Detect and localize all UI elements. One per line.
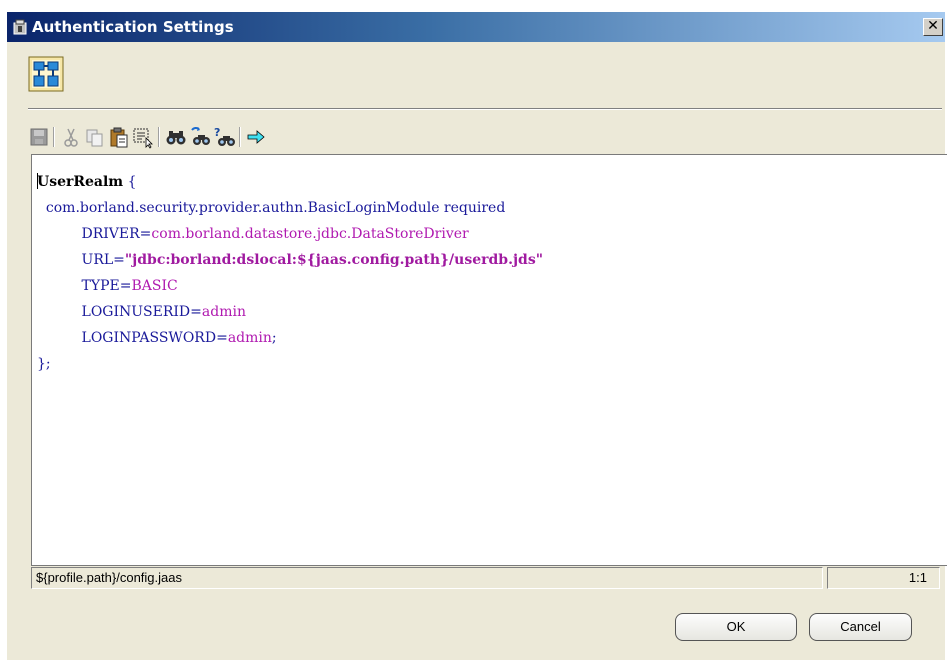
replace-icon[interactable] xyxy=(189,125,211,149)
code-text[interactable]: UserRealm { com.borland.security.provide… xyxy=(37,169,543,377)
copy-icon[interactable] xyxy=(84,125,106,149)
goto-arrow-icon[interactable] xyxy=(245,125,267,149)
code-token: DRIVER= xyxy=(81,226,152,242)
file-path-status: ${profile.path}/config.jaas xyxy=(31,567,823,589)
code-token: }; xyxy=(37,356,51,372)
code-line: com.borland.security.provider.authn.Basi… xyxy=(37,195,543,221)
code-line: DRIVER=com.borland.datastore.jdbc.DataSt… xyxy=(37,221,543,247)
code-line: UserRealm { xyxy=(37,169,543,195)
title-bar[interactable]: Authentication Settings ✕ xyxy=(7,12,945,42)
toolbar-separator xyxy=(239,127,241,147)
status-bar: ${profile.path}/config.jaas 1:1 xyxy=(31,567,947,589)
code-token: com.borland.datastore.jdbc.DataStoreDriv… xyxy=(151,226,469,242)
cancel-button[interactable]: Cancel xyxy=(809,613,912,641)
jaas-config-editor[interactable]: UserRealm { com.borland.security.provide… xyxy=(31,154,947,566)
code-token: URL= xyxy=(81,252,125,268)
header-separator xyxy=(28,108,942,110)
code-token: TYPE= xyxy=(81,278,132,294)
close-button[interactable]: ✕ xyxy=(923,18,943,36)
ok-button[interactable]: OK xyxy=(675,613,797,641)
authentication-logo-icon xyxy=(28,56,64,92)
code-token: "jdbc:borland:dslocal:${jaas.config.path… xyxy=(124,252,543,268)
toolbar-separator xyxy=(158,127,160,147)
cursor-position-status: 1:1 xyxy=(827,567,940,589)
code-token: admin xyxy=(201,304,246,320)
code-line: }; xyxy=(37,351,543,377)
app-window-icon xyxy=(13,19,27,35)
code-line: LOGINUSERID=admin xyxy=(37,299,543,325)
code-token: UserRealm xyxy=(37,174,124,190)
code-token: { xyxy=(123,174,137,190)
code-line: TYPE=BASIC xyxy=(37,273,543,299)
toolbar-separator xyxy=(53,127,55,147)
code-token: admin xyxy=(227,330,272,346)
code-token: LOGINPASSWORD= xyxy=(81,330,228,346)
svg-text:?: ? xyxy=(214,126,220,139)
authentication-settings-dialog: Authentication Settings ✕ ? UserRealm {… xyxy=(7,12,947,660)
code-line: LOGINPASSWORD=admin; xyxy=(37,325,543,351)
cut-icon[interactable] xyxy=(60,125,82,149)
dialog-title: Authentication Settings xyxy=(32,18,234,36)
code-token: LOGINUSERID= xyxy=(81,304,202,320)
find-icon[interactable] xyxy=(165,125,187,149)
editor-toolbar: ? xyxy=(28,125,628,151)
select-all-icon[interactable] xyxy=(132,125,154,149)
code-token: com.borland.security.provider.authn.Basi… xyxy=(45,200,506,216)
find-next-icon[interactable]: ? xyxy=(213,125,235,149)
code-token: ; xyxy=(271,330,277,346)
code-token: BASIC xyxy=(131,278,178,294)
code-line: URL="jdbc:borland:dslocal:${jaas.config.… xyxy=(37,247,543,273)
paste-icon[interactable] xyxy=(108,125,130,149)
save-icon[interactable] xyxy=(28,125,50,149)
